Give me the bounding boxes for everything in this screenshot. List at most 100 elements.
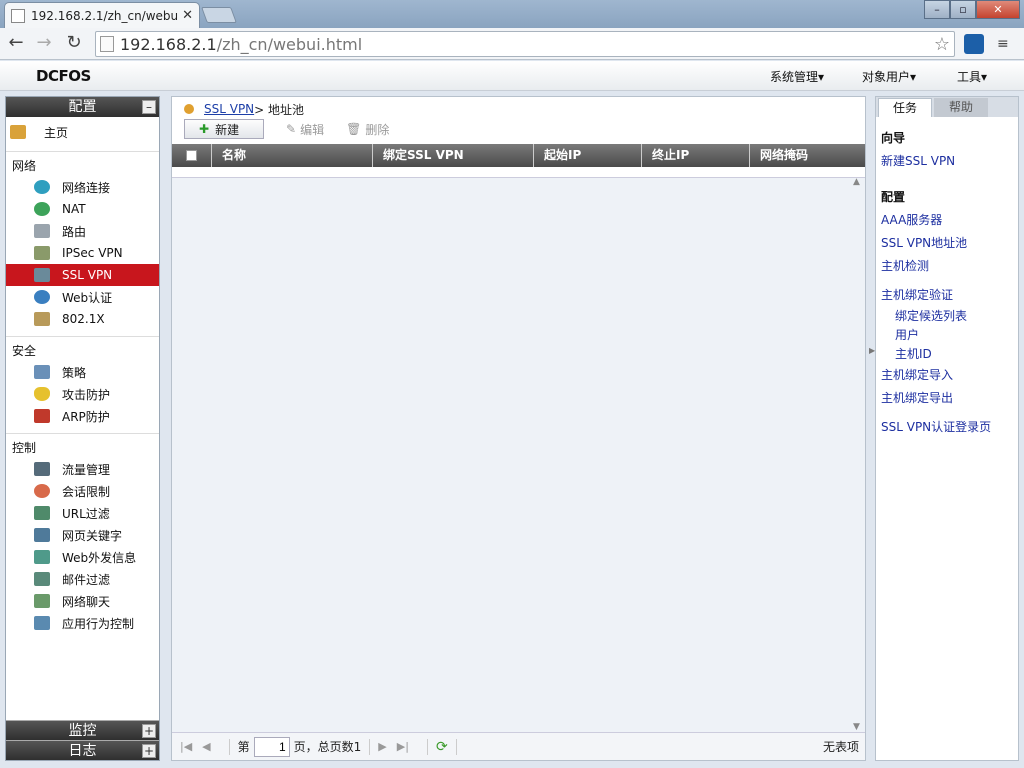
scroll-up-icon[interactable]: ▲	[853, 177, 860, 187]
shield-icon	[34, 387, 50, 401]
column-start-ip[interactable]: 起始IP	[534, 144, 642, 167]
column-name[interactable]: 名称	[212, 144, 373, 167]
page-number-input[interactable]	[253, 736, 290, 757]
tab-help[interactable]: 帮助	[934, 98, 988, 117]
panel-splitter[interactable]: ▶	[868, 96, 875, 761]
next-page-icon[interactable]: ▶	[378, 740, 386, 753]
menu-object-user[interactable]: 对象用户▾	[862, 68, 916, 85]
monitor-panel-header[interactable]: 监控 +	[6, 720, 159, 740]
sidebar-item-policy[interactable]: 策略	[6, 361, 159, 383]
column-end-ip[interactable]: 终止IP	[642, 144, 750, 167]
config-heading: 配置	[881, 190, 906, 204]
tab-tasks[interactable]: 任务	[878, 98, 932, 117]
new-button[interactable]: ✚ 新建	[184, 119, 264, 139]
link-host-binding-import[interactable]: 主机绑定导入	[876, 363, 1018, 386]
new-tab-button[interactable]	[201, 7, 237, 23]
column-netmask[interactable]: 网络掩码	[750, 144, 858, 167]
select-all-checkbox[interactable]	[172, 144, 212, 167]
add-icon: ✚	[199, 122, 210, 136]
keyword-icon	[34, 528, 50, 542]
page-prefix: 第	[237, 740, 250, 754]
config-panel-header[interactable]: 配置 –	[6, 97, 159, 117]
window-close-icon[interactable]: ✕	[976, 0, 1020, 19]
address-bar[interactable]: 192.168.2.1/zh_cn/webui.html ☆	[95, 31, 955, 57]
star-icon[interactable]: ☆	[934, 34, 950, 55]
link-binding-candidates[interactable]: 绑定候选列表	[876, 306, 1018, 325]
main-content: SSL VPN > 地址池 ✚ 新建 ✎ 编辑 🗑 删除 名称 绑定SSL VP…	[171, 96, 866, 761]
last-page-icon[interactable]: ▶|	[397, 740, 409, 753]
globe-icon	[34, 180, 50, 194]
config-panel-title: 配置	[68, 99, 97, 115]
prev-page-icon[interactable]: ◀	[202, 740, 210, 753]
sidebar-item-session-limit[interactable]: 会话限制	[6, 480, 159, 502]
edit-button[interactable]: ✎ 编辑	[286, 121, 324, 138]
trash-icon: 🗑	[346, 122, 362, 136]
sidebar-item-8021x[interactable]: 802.1X	[6, 308, 159, 330]
tab-title: 192.168.2.1/zh_cn/webu	[31, 8, 179, 23]
ipsec-icon	[34, 246, 50, 260]
link-host-binding[interactable]: 主机绑定验证	[876, 283, 1018, 306]
control-section: 控制 流量管理 会话限制 URL过滤 网页关键字 Web外发信息 邮件过滤 网络…	[6, 434, 159, 640]
sidebar-item-ssl-vpn[interactable]: SSL VPN	[6, 264, 159, 286]
sidebar-item-attack-defense[interactable]: 攻击防护	[6, 383, 159, 405]
guide-heading: 向导	[881, 131, 906, 145]
nat-icon	[34, 202, 50, 216]
extension-icon[interactable]	[964, 34, 984, 54]
sidebar-item-route[interactable]: 路由	[6, 220, 159, 242]
url-text: 192.168.2.1/zh_cn/webui.html	[120, 34, 363, 54]
delete-button[interactable]: 🗑 删除	[346, 121, 389, 138]
menu-system-admin[interactable]: 系统管理▾	[770, 68, 824, 85]
sidebar-item-arp-defense[interactable]: ARP防护	[6, 405, 159, 427]
back-arrow-icon[interactable]: ←	[4, 32, 28, 56]
sidebar-item-nat[interactable]: NAT	[6, 198, 159, 220]
sidebar-item-web-keyword[interactable]: 网页关键字	[6, 524, 159, 546]
scroll-down-icon[interactable]: ▼	[853, 722, 860, 732]
sidebar-item-web-auth[interactable]: Web认证	[6, 286, 159, 308]
link-host-id[interactable]: 主机ID	[876, 344, 1018, 363]
maximize-icon[interactable]: ▫	[950, 0, 976, 19]
close-icon[interactable]: ✕	[182, 8, 193, 23]
ssl-vpn-icon	[34, 268, 50, 282]
expand-icon[interactable]: +	[142, 724, 156, 738]
browser-toolbar: ← → ↻ 192.168.2.1/zh_cn/webui.html ☆ ≡	[0, 28, 1024, 60]
sidebar-item-network-connection[interactable]: 网络连接	[6, 176, 159, 198]
collapse-icon[interactable]: –	[142, 100, 156, 114]
link-ssl-vpn-pool[interactable]: SSL VPN地址池	[876, 231, 1018, 254]
minimize-icon[interactable]: –	[924, 0, 950, 19]
home-section: 主页	[6, 117, 159, 152]
refresh-icon[interactable]: ⟳	[436, 739, 448, 755]
sidebar-item-traffic-management[interactable]: 流量管理	[6, 458, 159, 480]
menu-icon[interactable]: ≡	[997, 36, 1013, 52]
link-aaa-server[interactable]: AAA服务器	[876, 211, 1018, 231]
first-page-icon[interactable]: |◀	[180, 740, 192, 753]
reload-icon[interactable]: ↻	[62, 32, 86, 56]
left-sidebar: 配置 – 主页 网络 网络连接 NAT 路由 IPSec VPN SSL VPN…	[5, 96, 160, 761]
sidebar-item-ipsec-vpn[interactable]: IPSec VPN	[6, 242, 159, 264]
browser-tab[interactable]: 192.168.2.1/zh_cn/webu ✕	[4, 2, 200, 28]
network-section: 网络 网络连接 NAT 路由 IPSec VPN SSL VPN Web认证 8…	[6, 152, 159, 337]
menu-tools[interactable]: 工具▾	[957, 68, 987, 85]
breadcrumb-link-ssl-vpn[interactable]: SSL VPN	[204, 102, 254, 116]
sidebar-item-app-control[interactable]: 应用行为控制	[6, 612, 159, 634]
sidebar-item-url-filter[interactable]: URL过滤	[6, 502, 159, 524]
link-ssl-vpn-login-page[interactable]: SSL VPN认证登录页	[876, 415, 1018, 438]
router-icon	[34, 224, 50, 238]
forward-arrow-icon[interactable]: →	[32, 32, 56, 56]
link-new-ssl-vpn[interactable]: 新建SSL VPN	[876, 152, 1018, 172]
column-bound-ssl-vpn[interactable]: 绑定SSL VPN	[373, 144, 534, 167]
log-panel-header[interactable]: 日志 +	[6, 740, 159, 760]
section-title-security: 安全	[12, 344, 37, 358]
expand-icon[interactable]: +	[142, 744, 156, 758]
session-limit-icon	[34, 484, 50, 498]
sidebar-item-web-outbound[interactable]: Web外发信息	[6, 546, 159, 568]
sidebar-item-network-chat[interactable]: 网络聊天	[6, 590, 159, 612]
link-host-check[interactable]: 主机检测	[876, 254, 1018, 277]
table-scrollbar[interactable]: ▲ ▼	[853, 177, 863, 732]
link-host-binding-export[interactable]: 主机绑定导出	[876, 386, 1018, 409]
link-user[interactable]: 用户	[876, 325, 1018, 344]
sidebar-item-mail-filter[interactable]: 邮件过滤	[6, 568, 159, 590]
home-icon	[10, 125, 26, 139]
traffic-icon	[34, 462, 50, 476]
sidebar-item-home[interactable]: 主页	[6, 119, 159, 145]
arp-icon	[34, 409, 50, 423]
